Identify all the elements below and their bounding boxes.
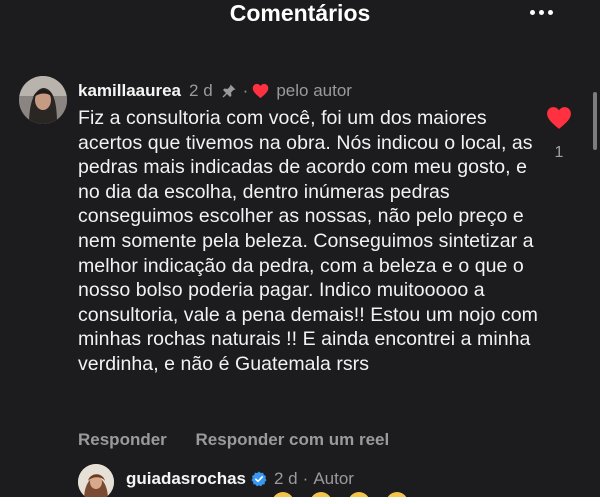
emoji-icon	[348, 492, 370, 497]
like-count[interactable]: 1	[542, 144, 576, 162]
reply-with-reel-button[interactable]: Responder com um reel	[196, 430, 390, 449]
reply-username[interactable]: guiadasrochas	[126, 469, 246, 489]
like-heart-icon[interactable]	[546, 106, 572, 130]
reply-meta: guiadasrochas 2 d · Autor	[126, 468, 354, 490]
comment-text: Fiz a consultoria com você, foi um dos m…	[78, 107, 538, 375]
like-column: 1	[542, 106, 576, 162]
comments-screen: Comentários kamillaaurea 2 d · pelo auto…	[0, 0, 600, 497]
scrollbar[interactable]	[593, 92, 597, 150]
reply-time: 2 d	[274, 469, 298, 488]
reply-avatar[interactable]	[78, 464, 114, 497]
liked-by-author-label: pelo autor	[276, 81, 352, 100]
meta-separator: ·	[242, 81, 249, 100]
emoji-icon	[386, 492, 408, 497]
avatar[interactable]	[19, 76, 67, 124]
comment-meta: kamillaaurea 2 d · pelo autor	[78, 80, 352, 102]
pin-icon	[221, 83, 237, 99]
reply-emoji-row	[272, 492, 424, 497]
comment-actions: Responder Responder com um reel	[78, 430, 389, 450]
heart-icon	[252, 83, 269, 99]
emoji-icon	[310, 492, 332, 497]
page-title: Comentários	[229, 0, 371, 26]
author-tag: Autor	[313, 469, 354, 488]
reply-separator: ·	[302, 469, 309, 488]
emoji-icon	[272, 492, 294, 497]
more-horizontal-icon[interactable]	[530, 10, 556, 18]
comments-header: Comentários	[0, 0, 600, 40]
verified-badge-icon	[251, 471, 267, 487]
comment-username[interactable]: kamillaaurea	[78, 81, 181, 101]
comment-time: 2 d	[189, 81, 213, 100]
reply-button[interactable]: Responder	[78, 430, 167, 449]
